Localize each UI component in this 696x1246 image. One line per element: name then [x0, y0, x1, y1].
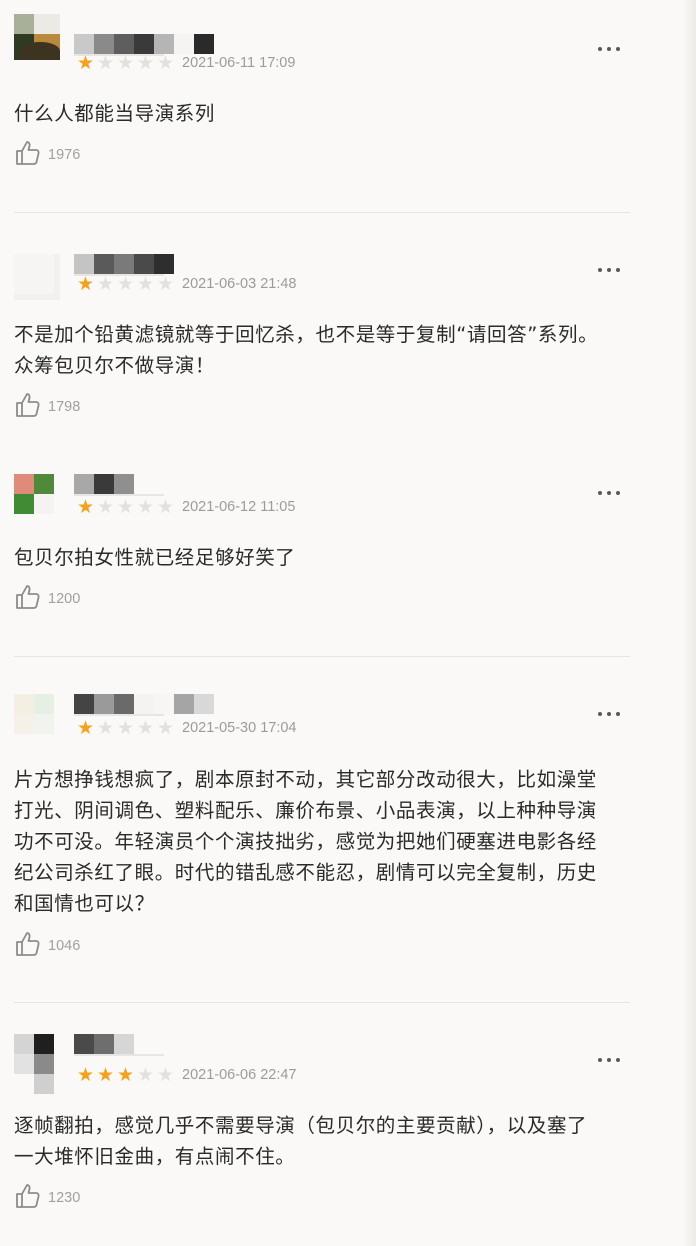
star-icon: ★ [136, 1064, 156, 1086]
star-icon: ★ [156, 273, 176, 295]
star-icon: ★ [116, 1064, 136, 1086]
comment-text-line: 和国情也可以？ [14, 892, 155, 915]
like-button[interactable]: 1976 [14, 140, 80, 170]
thumbs-up-icon [14, 583, 42, 615]
avatar[interactable] [14, 694, 60, 740]
star-icon: ★ [96, 52, 116, 74]
username-underline [74, 714, 164, 716]
comment-item: ★ ★ ★ ★ ★ 2021-06-06 22:47 逐帧翻拍，感觉几乎不需要导演（包贝… [14, 1003, 630, 1246]
star-icon: ★ [76, 1064, 96, 1086]
like-button[interactable]: 1230 [14, 1183, 80, 1213]
star-icon: ★ [116, 273, 136, 295]
star-icon: ★ [76, 52, 96, 74]
scroll-edge [682, 0, 696, 1246]
star-icon: ★ [96, 273, 116, 295]
star-icon: ★ [156, 496, 176, 518]
star-icon: ★ [136, 52, 156, 74]
rating-stars: ★ ★ ★ ★ ★ [76, 53, 176, 73]
star-icon: ★ [96, 1064, 116, 1086]
star-icon: ★ [156, 717, 176, 739]
star-icon: ★ [76, 717, 96, 739]
username-underline [74, 1054, 164, 1056]
star-icon: ★ [76, 496, 96, 518]
comment-date: 2021-06-06 22:47 [182, 1067, 297, 1083]
more-options-icon[interactable] [598, 265, 622, 275]
rating-stars: ★ ★ ★ ★ ★ [76, 274, 176, 294]
username-blurred[interactable] [74, 1034, 134, 1054]
more-options-icon[interactable] [598, 488, 622, 498]
comment-date: 2021-05-30 17:04 [182, 720, 297, 736]
username-blurred[interactable] [74, 34, 214, 54]
like-count: 1200 [48, 591, 81, 607]
thumbs-up-icon [14, 1182, 42, 1214]
comment-text-line: 一大堆怀旧金曲，有点闹不住。 [14, 1145, 296, 1168]
avatar[interactable] [14, 254, 60, 300]
comment-text-line: 打光、阴间调色、塑料配乐、廉价布景、小品表演，以上种种导演 [14, 799, 597, 822]
thumbs-up-icon [14, 930, 42, 962]
comment-text-line: 片方想挣钱想疯了，剧本原封不动，其它部分改动很大，比如澡堂 [14, 768, 597, 791]
comment-text: 不是加个铅黄滤镜就等于回忆杀，也不是等于复制“请回答”系列。 众筹包贝尔不做导演… [14, 319, 630, 381]
comment-text: 片方想挣钱想疯了，剧本原封不动，其它部分改动很大，比如澡堂 打光、阴间调色、塑料… [14, 764, 630, 919]
rating-stars: ★ ★ ★ ★ ★ [76, 1065, 176, 1085]
comment-text: 什么人都能当导演系列 [14, 98, 630, 129]
rating-stars: ★ ★ ★ ★ ★ [76, 497, 176, 517]
rating-stars: ★ ★ ★ ★ ★ [76, 718, 176, 738]
star-icon: ★ [116, 717, 136, 739]
comment-text-line: 什么人都能当导演系列 [14, 102, 216, 125]
star-icon: ★ [136, 496, 156, 518]
like-count: 1976 [48, 147, 81, 163]
username-blurred[interactable] [74, 254, 174, 274]
like-button[interactable]: 1200 [14, 584, 80, 614]
star-icon: ★ [156, 1064, 176, 1086]
comment-text-line: 不是加个铅黄滤镜就等于回忆杀，也不是等于复制“请回答”系列。 [14, 323, 599, 346]
avatar[interactable] [14, 474, 60, 520]
thumbs-up-icon [14, 391, 42, 423]
comment-item: ★ ★ ★ ★ ★ 2021-05-30 17:04 片方想挣钱想疯了，剧本原封不动，其… [14, 657, 630, 1002]
like-count: 1046 [48, 938, 81, 954]
like-button[interactable]: 1798 [14, 392, 80, 422]
comment-text-line: 逐帧翻拍，感觉几乎不需要导演（包贝尔的主要贡献），以及塞了 [14, 1114, 588, 1137]
avatar[interactable] [14, 14, 60, 60]
comment-text: 包贝尔拍女性就已经足够好笑了 [14, 542, 630, 573]
like-count: 1230 [48, 1190, 81, 1206]
more-options-icon[interactable] [598, 709, 622, 719]
comment-text-line: 包贝尔拍女性就已经足够好笑了 [14, 546, 296, 569]
comment-item: ★ ★ ★ ★ ★ 2021-06-03 21:48 不是加个铅黄滤镜就等于回忆杀，也不… [14, 213, 630, 456]
star-icon: ★ [116, 52, 136, 74]
star-icon: ★ [136, 717, 156, 739]
comment-text-line: 纪公司杀红了眼。时代的错乱感不能忍，剧情可以完全复制，历史 [14, 861, 597, 884]
star-icon: ★ [136, 273, 156, 295]
username-blurred[interactable] [74, 474, 134, 494]
comment-date: 2021-06-12 11:05 [182, 499, 296, 515]
star-icon: ★ [116, 496, 136, 518]
username-blurred[interactable] [74, 694, 214, 714]
avatar[interactable] [14, 1034, 60, 1096]
comment-text-line: 功不可没。年轻演员个个演技拙劣，感觉为把她们硬塞进电影各经 [14, 830, 597, 853]
like-button[interactable]: 1046 [14, 931, 80, 961]
like-count: 1798 [48, 399, 81, 415]
thumbs-up-icon [14, 139, 42, 171]
star-icon: ★ [156, 52, 176, 74]
star-icon: ★ [96, 717, 116, 739]
comment-text-line: 众筹包贝尔不做导演！ [14, 354, 216, 377]
comment-item: ★ ★ ★ ★ ★ 2021-06-11 17:09 什么人都能当导演系列 1976 [14, 0, 630, 212]
more-options-icon[interactable] [598, 44, 622, 54]
comment-text: 逐帧翻拍，感觉几乎不需要导演（包贝尔的主要贡献），以及塞了 一大堆怀旧金曲，有点… [14, 1110, 630, 1172]
star-icon: ★ [76, 273, 96, 295]
comment-date: 2021-06-11 17:09 [182, 55, 296, 71]
comment-item: ★ ★ ★ ★ ★ 2021-06-12 11:05 包贝尔拍女性就已经足够好笑了 12… [14, 456, 630, 656]
star-icon: ★ [96, 496, 116, 518]
comment-date: 2021-06-03 21:48 [182, 276, 297, 292]
more-options-icon[interactable] [598, 1055, 622, 1065]
